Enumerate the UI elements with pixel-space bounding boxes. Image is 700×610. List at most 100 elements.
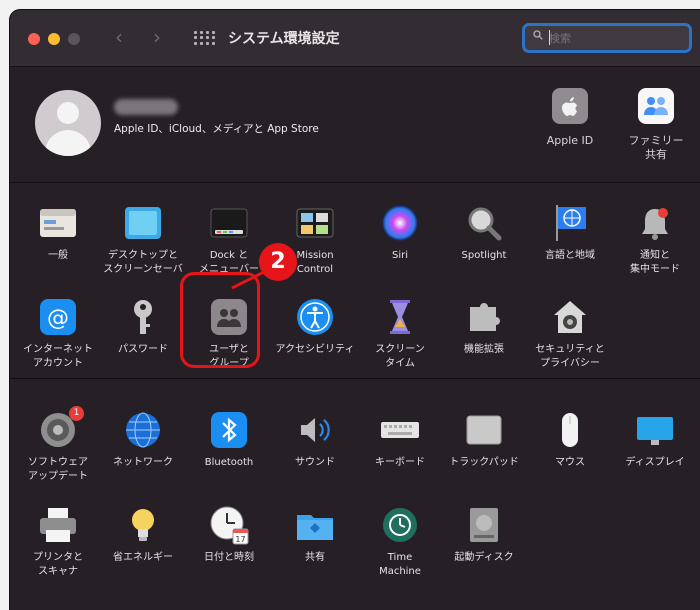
sharing-folder-icon xyxy=(297,515,333,540)
dock-icon xyxy=(210,208,248,238)
keyboard-label: キーボード xyxy=(375,457,425,468)
accessibility-label: アクセシビリティ xyxy=(275,344,355,355)
pref-printers-scanners[interactable]: プリンタと スキャナ xyxy=(15,505,101,579)
account-section: Apple ID、iCloud、メディアと App Store Apple ID… xyxy=(10,66,700,183)
apple-logo-icon xyxy=(552,88,588,124)
pref-general[interactable]: 一般 xyxy=(15,203,101,263)
pref-trackpad[interactable]: トラックパッド xyxy=(441,410,527,470)
forward-arrow-icon[interactable]: › xyxy=(153,27,161,47)
light-bulb-icon xyxy=(132,509,154,541)
network-label: ネットワーク xyxy=(113,457,173,468)
pref-software-update[interactable]: 1 ソフトウェア アップデート xyxy=(15,406,101,484)
desktop-screensaver-icon xyxy=(125,207,161,239)
pref-keyboard[interactable]: キーボード xyxy=(357,410,443,470)
speaker-icon xyxy=(301,418,330,442)
date-time-label: 日付と時刻 xyxy=(204,552,254,563)
software-update-label: ソフトウェア アップデート xyxy=(28,457,88,482)
mouse-label: マウス xyxy=(555,457,585,468)
step-number-badge: 2 xyxy=(259,243,297,281)
pref-energy-saver[interactable]: 省エネルギー xyxy=(100,505,186,565)
pref-security-privacy[interactable]: セキュリティと プライバシー xyxy=(527,297,613,371)
internet-accounts-label: インターネット アカウント xyxy=(23,344,93,369)
network-globe-icon xyxy=(126,412,160,448)
screen-time-label: スクリーン タイム xyxy=(375,344,425,369)
calendar-day: 17 xyxy=(235,535,245,544)
sound-label: サウンド xyxy=(295,457,335,468)
printer-icon xyxy=(40,508,76,542)
key-icon xyxy=(134,300,152,334)
user-name-blurred xyxy=(114,99,178,115)
time-machine-label: Time Machine xyxy=(379,552,421,577)
spotlight-icon xyxy=(468,207,502,241)
title-bar: ‹ › システム環境設定 xyxy=(10,10,700,67)
pref-date-time[interactable]: 17 日付と時刻 xyxy=(186,505,272,565)
pref-passwords[interactable]: パスワード xyxy=(100,297,186,357)
spotlight-label: Spotlight xyxy=(461,250,507,261)
general-icon xyxy=(40,209,76,237)
apple-id-label: Apple ID xyxy=(546,134,594,147)
general-label: 一般 xyxy=(48,250,68,261)
family-sharing-label: ファミリー 共有 xyxy=(628,134,684,161)
clock-calendar-icon: 17 xyxy=(210,506,249,545)
bluetooth-label: Bluetooth xyxy=(204,457,254,468)
avatar[interactable] xyxy=(35,90,101,156)
family-sharing-icon xyxy=(638,88,674,124)
close-button[interactable] xyxy=(28,33,40,45)
pref-internet-accounts[interactable]: @ インターネット アカウント xyxy=(15,297,101,371)
pref-mouse[interactable]: マウス xyxy=(527,410,613,470)
zoom-button[interactable] xyxy=(68,33,80,45)
pref-desktop-screensaver[interactable]: デスクトップと スクリーンセーバ xyxy=(100,203,186,277)
pref-extensions[interactable]: 機能拡張 xyxy=(441,297,527,357)
family-sharing-item[interactable]: ファミリー 共有 xyxy=(616,88,696,162)
show-all-grid-icon[interactable] xyxy=(194,31,215,45)
system-preferences-window: ‹ › システム環境設定 Apple ID、iCloud、メディアと App S… xyxy=(10,10,700,610)
pref-sound[interactable]: サウンド xyxy=(272,410,358,470)
minimize-button[interactable] xyxy=(48,33,60,45)
back-arrow-icon[interactable]: ‹ xyxy=(115,27,123,47)
pref-time-machine[interactable]: Time Machine xyxy=(357,505,443,579)
pref-sharing[interactable]: 共有 xyxy=(272,505,358,565)
hourglass-icon xyxy=(390,300,410,334)
pref-language-region[interactable]: 言語と地域 xyxy=(527,203,613,263)
window-title: システム環境設定 xyxy=(228,31,340,47)
bluetooth-icon xyxy=(211,412,247,448)
pref-accessibility[interactable]: アクセシビリティ xyxy=(272,297,358,357)
siri-icon xyxy=(382,205,418,241)
text-cursor xyxy=(549,30,550,45)
search-field[interactable] xyxy=(522,23,692,53)
pref-siri[interactable]: Siri xyxy=(357,203,443,263)
pref-displays[interactable]: ディスプレイ xyxy=(612,410,698,470)
house-lock-icon xyxy=(554,301,586,333)
flag-globe-icon xyxy=(556,205,586,241)
mouse-icon xyxy=(562,413,578,447)
passwords-label: パスワード xyxy=(118,344,168,355)
puzzle-piece-icon xyxy=(470,303,500,331)
mission-control-icon xyxy=(296,208,334,238)
time-machine-icon xyxy=(383,508,417,542)
pref-startup-disk[interactable]: 起動ディスク xyxy=(441,505,527,565)
pref-spotlight[interactable]: Spotlight xyxy=(441,203,527,263)
displays-label: ディスプレイ xyxy=(625,457,685,468)
pref-notifications-focus[interactable]: 通知と 集中モード xyxy=(612,203,698,277)
desktop-screensaver-label: デスクトップと スクリーンセーバ xyxy=(103,250,183,275)
security-privacy-label: セキュリティと プライバシー xyxy=(535,344,605,369)
notifications-focus-label: 通知と 集中モード xyxy=(630,250,680,275)
accessibility-icon xyxy=(297,299,333,335)
startup-disk-label: 起動ディスク xyxy=(454,552,514,563)
svg-text:@: @ xyxy=(47,306,69,331)
pref-bluetooth[interactable]: Bluetooth xyxy=(186,410,272,470)
keyboard-icon xyxy=(381,422,419,438)
startup-disk-icon xyxy=(470,508,498,542)
pref-screen-time[interactable]: スクリーン タイム xyxy=(357,297,443,371)
notification-bell-icon xyxy=(642,208,668,240)
search-input[interactable] xyxy=(549,28,679,48)
account-subtitle[interactable]: Apple ID、iCloud、メディアと App Store xyxy=(114,121,319,136)
search-icon xyxy=(533,30,543,40)
sharing-label: 共有 xyxy=(305,552,325,563)
pref-network[interactable]: ネットワーク xyxy=(100,410,186,470)
trackpad-icon xyxy=(466,415,502,445)
energy-saver-label: 省エネルギー xyxy=(113,552,173,563)
extensions-label: 機能拡張 xyxy=(464,344,504,355)
printers-scanners-label: プリンタと スキャナ xyxy=(33,552,83,577)
apple-id-item[interactable]: Apple ID xyxy=(530,88,610,148)
